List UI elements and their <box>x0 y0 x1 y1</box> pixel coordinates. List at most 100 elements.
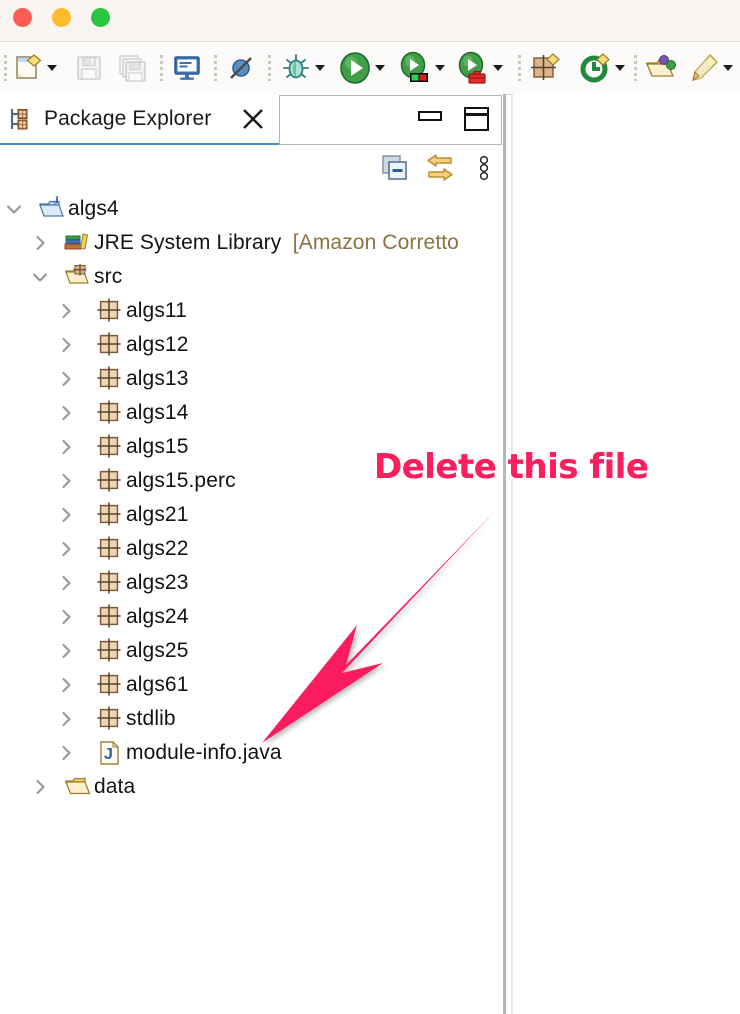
tree-row-algs22[interactable]: algs22 <box>0 532 503 566</box>
run-external-tools-button[interactable] <box>456 51 503 85</box>
package-icon <box>97 536 121 560</box>
chevron-right-icon[interactable] <box>56 505 76 525</box>
chevron-right-icon[interactable] <box>56 369 76 389</box>
chevron-right-icon[interactable] <box>56 335 76 355</box>
chevron-right-icon[interactable] <box>56 709 76 729</box>
package-icon <box>97 400 121 424</box>
new-java-package-button[interactable] <box>530 51 562 85</box>
tree-row-label: algs25 <box>126 639 189 662</box>
package-icon <box>97 570 121 594</box>
chevron-down-icon[interactable] <box>493 65 503 71</box>
chevron-right-icon[interactable] <box>56 539 76 559</box>
chevron-right-icon[interactable] <box>56 607 76 627</box>
tab-package-explorer[interactable]: Package Explorer <box>0 94 279 145</box>
chevron-down-icon[interactable] <box>723 65 733 71</box>
chevron-right-icon[interactable] <box>56 301 76 321</box>
view-minimize-button[interactable] <box>418 111 442 121</box>
new-wizard-button[interactable] <box>14 51 57 85</box>
close-icon[interactable] <box>240 106 266 132</box>
tree-row-algs21[interactable]: algs21 <box>0 498 503 532</box>
tree-row-algs23[interactable]: algs23 <box>0 566 503 600</box>
tree-row-stdlib[interactable]: stdlib <box>0 702 503 736</box>
open-task-button[interactable] <box>688 51 733 85</box>
collapse-all-icon <box>382 155 407 180</box>
view-menu-button[interactable] <box>474 153 494 183</box>
external-tools-icon <box>458 51 486 84</box>
toolbar-gripper[interactable] <box>634 55 637 81</box>
folder-icon <box>65 777 91 795</box>
tree-row-algs13[interactable]: algs13 <box>0 362 503 396</box>
new-package-icon <box>531 53 560 80</box>
tree-row-algs11[interactable]: algs11 <box>0 294 503 328</box>
save-icon <box>77 56 101 80</box>
chevron-right-icon[interactable] <box>56 675 76 695</box>
tree-row-data[interactable]: data <box>0 770 503 804</box>
chevron-right-icon[interactable] <box>56 437 76 457</box>
window-close-button[interactable] <box>13 8 32 27</box>
package-icon <box>97 706 121 730</box>
toolbar-gripper[interactable] <box>518 55 521 81</box>
open-type-button[interactable] <box>644 51 676 85</box>
new-java-console-button[interactable] <box>172 51 202 85</box>
save-all-button[interactable] <box>118 51 148 85</box>
chevron-down-icon[interactable] <box>315 65 325 71</box>
link-with-editor-button[interactable] <box>424 153 456 183</box>
tree-row-label: algs4 <box>68 197 119 220</box>
tree-row-algs24[interactable]: algs24 <box>0 600 503 634</box>
chevron-down-icon[interactable] <box>47 65 57 71</box>
skip-breakpoints-button[interactable] <box>226 51 256 85</box>
chevron-right-icon[interactable] <box>56 471 76 491</box>
chevron-down-icon[interactable] <box>435 65 445 71</box>
toolbar-gripper[interactable] <box>4 55 7 81</box>
pencil-icon <box>692 53 718 82</box>
tree-row-algs61[interactable]: algs61 <box>0 668 503 702</box>
window-minimize-button[interactable] <box>52 8 71 27</box>
chevron-down-icon[interactable] <box>615 65 625 71</box>
tree-row-label: src <box>94 265 123 288</box>
debug-button[interactable] <box>280 51 325 85</box>
tree-row-algs4[interactable]: Jalgs4 <box>0 192 503 226</box>
view-local-toolbar <box>0 146 503 192</box>
collapse-all-button[interactable] <box>380 153 410 183</box>
chevron-right-icon[interactable] <box>56 743 76 763</box>
package-explorer-tree[interactable]: Jalgs4 JRE System Library [Amazon Corrett… <box>0 192 503 1014</box>
sash-divider-shadow <box>511 94 513 1014</box>
save-button[interactable] <box>74 51 104 85</box>
chevron-right-icon[interactable] <box>30 233 50 253</box>
chevron-right-icon[interactable] <box>56 641 76 661</box>
tree-row-algs14[interactable]: algs14 <box>0 396 503 430</box>
eclipse-window: Package Explorer J algs4 JRE System Libr… <box>0 0 740 1014</box>
tree-row-src[interactable]: src <box>0 260 503 294</box>
chevron-down-icon[interactable] <box>4 199 24 219</box>
chevron-right-icon[interactable] <box>56 403 76 423</box>
tree-row-label: algs15.perc <box>126 469 236 492</box>
tree-row-label: algs61 <box>126 673 189 696</box>
tree-row-algs12[interactable]: algs12 <box>0 328 503 362</box>
toolbar-gripper[interactable] <box>160 55 163 81</box>
chevron-right-icon[interactable] <box>30 777 50 797</box>
toolbar-gripper[interactable] <box>268 55 271 81</box>
tree-row-label: algs23 <box>126 571 189 594</box>
view-maximize-button[interactable] <box>463 107 489 131</box>
package-icon <box>97 468 121 492</box>
chevron-down-icon[interactable] <box>375 65 385 71</box>
view-menu-icon <box>479 155 489 181</box>
java-file-icon: J <box>100 740 120 765</box>
svg-text:J: J <box>104 746 113 763</box>
coverage-button[interactable] <box>398 51 445 85</box>
tree-row-jre-system-library[interactable]: JRE System Library [Amazon Corretto <box>0 226 503 260</box>
package-icon <box>97 366 121 390</box>
tree-row-algs25[interactable]: algs25 <box>0 634 503 668</box>
editor-area[interactable] <box>513 94 740 1014</box>
toolbar-gripper[interactable] <box>214 55 217 81</box>
chevron-right-icon[interactable] <box>56 573 76 593</box>
tree-row-module-info-java[interactable]: Jmodule-info.java <box>0 736 503 770</box>
package-icon <box>97 502 121 526</box>
window-zoom-button[interactable] <box>91 8 110 27</box>
package-icon <box>97 298 121 322</box>
source-folder-icon <box>65 264 89 284</box>
chevron-down-icon[interactable] <box>30 267 50 287</box>
new-java-class-button[interactable] <box>580 51 625 85</box>
run-button[interactable] <box>338 51 385 85</box>
sash-divider[interactable] <box>503 94 506 1014</box>
